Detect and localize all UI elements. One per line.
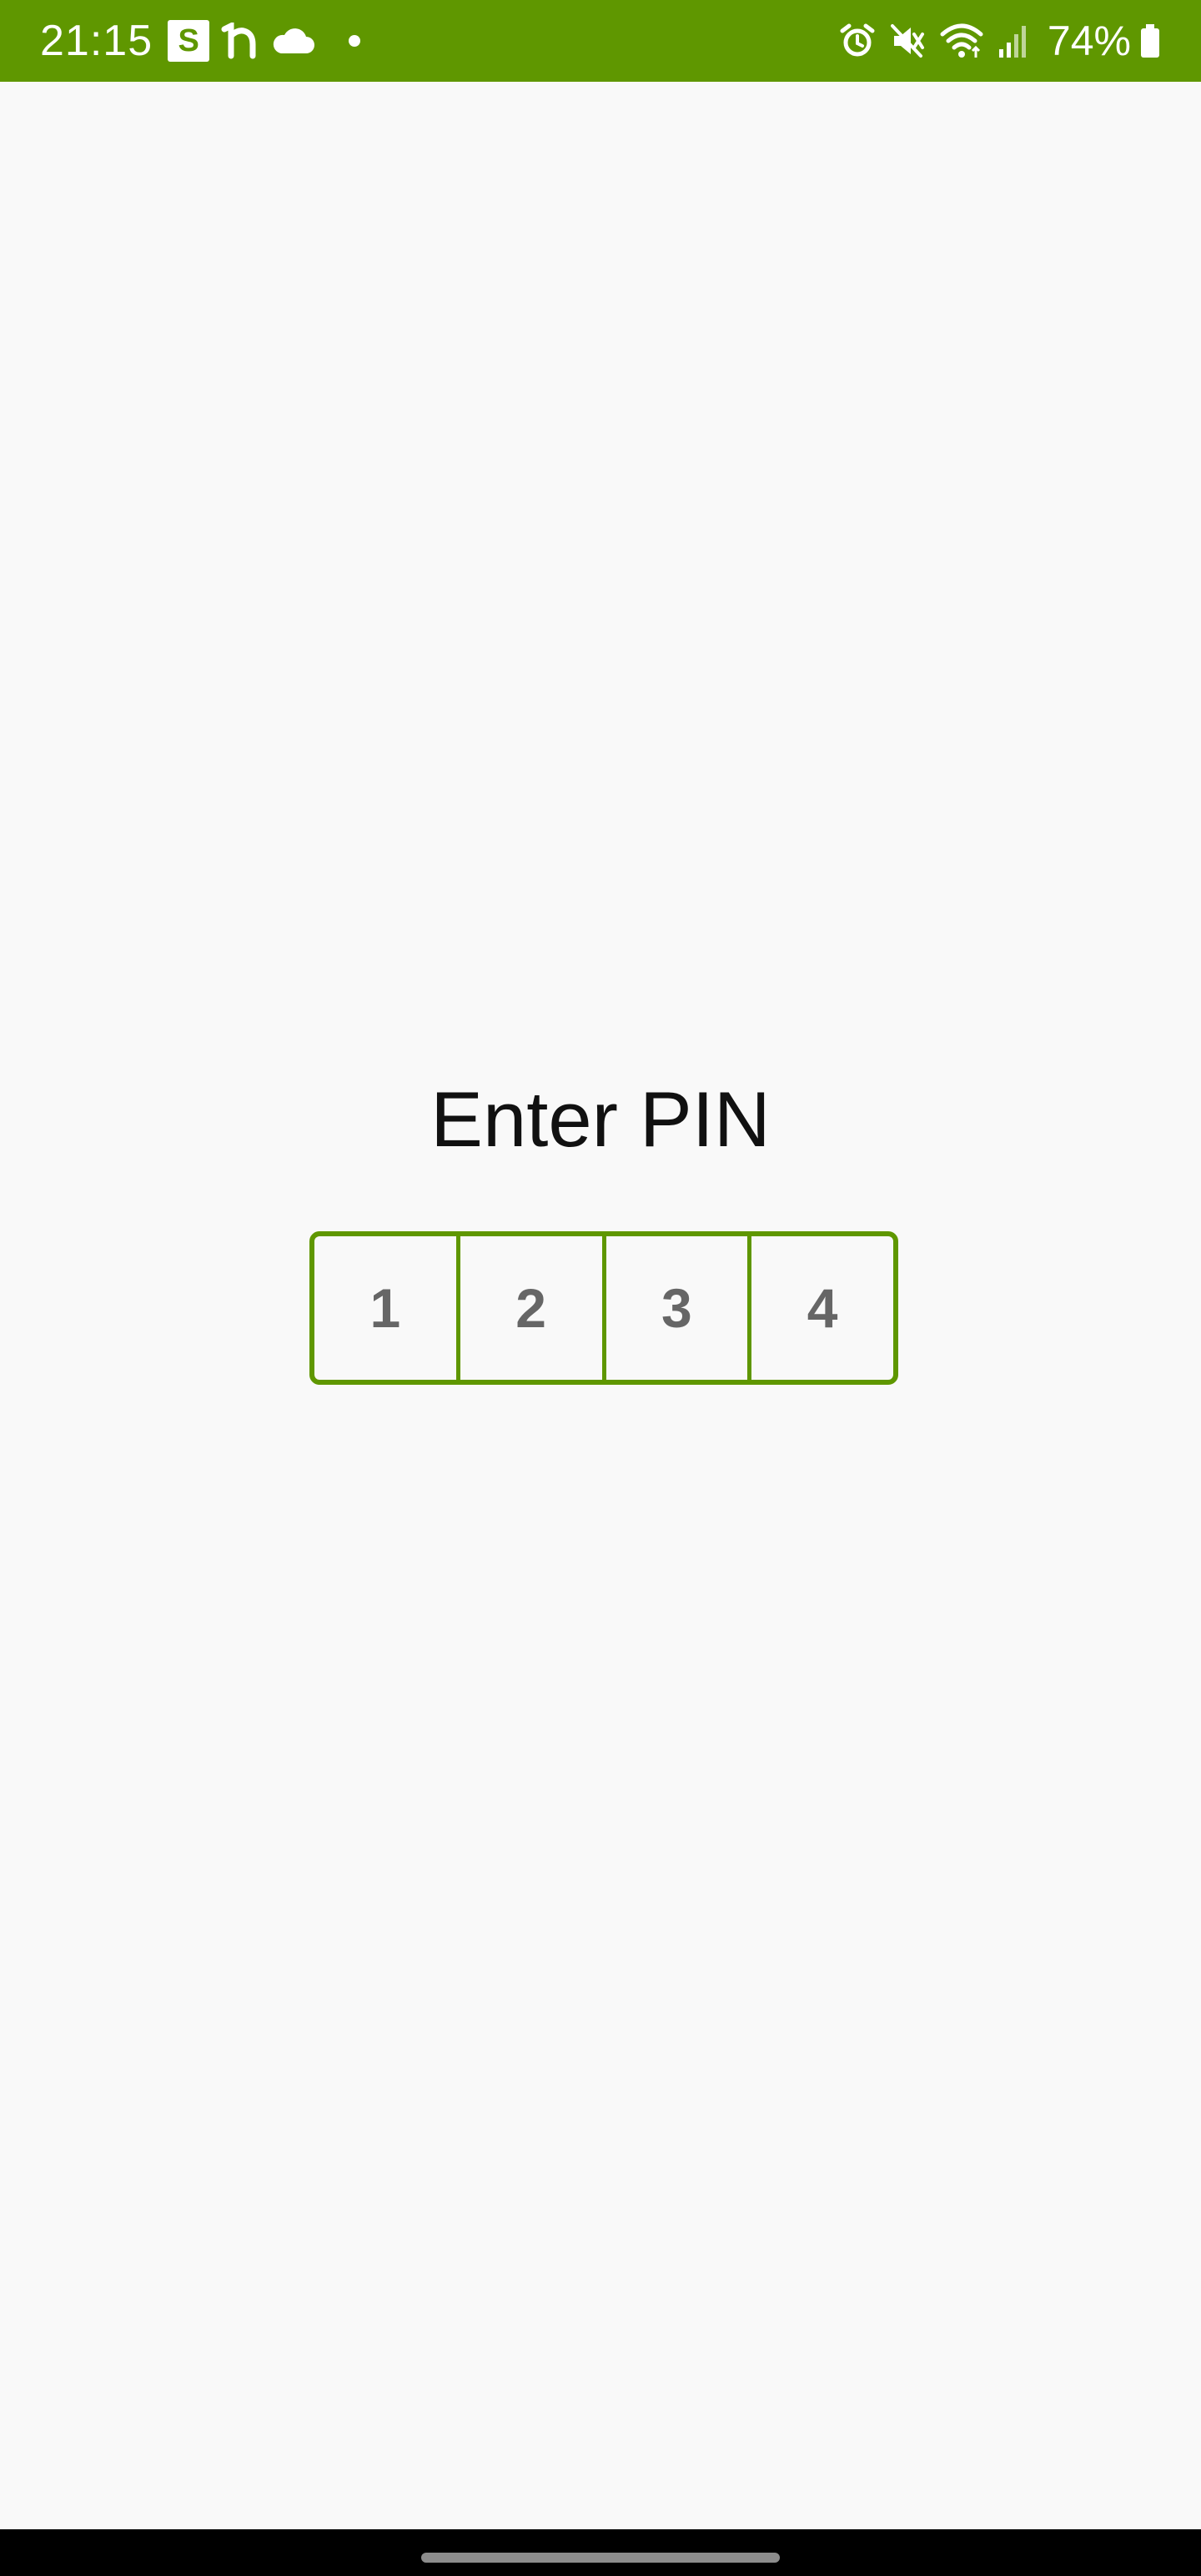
status-bar: 21:15 S 74% xyxy=(0,0,1201,82)
pin-digit-3[interactable]: 3 xyxy=(606,1236,752,1380)
dot-icon xyxy=(348,34,361,48)
battery-icon xyxy=(1139,23,1161,59)
battery-percent: 74% xyxy=(1047,18,1131,64)
alarm-icon xyxy=(839,23,876,59)
status-right: 74% xyxy=(826,0,1161,82)
pin-title: Enter PIN xyxy=(430,1075,771,1163)
home-gesture-handle[interactable] xyxy=(421,2553,780,2563)
status-time: 21:15 xyxy=(40,17,153,65)
n-app-icon xyxy=(221,23,261,59)
navigation-bar xyxy=(0,2529,1201,2576)
s-app-icon: S xyxy=(168,20,210,62)
pin-digit-1[interactable]: 1 xyxy=(314,1236,460,1380)
status-left: 21:15 S xyxy=(40,0,361,82)
signal-icon xyxy=(997,23,1031,59)
pin-input[interactable]: 1 2 3 4 xyxy=(309,1231,898,1385)
mute-icon xyxy=(889,23,926,59)
wifi-icon xyxy=(939,23,984,59)
pin-digit-2[interactable]: 2 xyxy=(460,1236,606,1380)
pin-digit-4[interactable]: 4 xyxy=(751,1236,893,1380)
pin-screen: Enter PIN 1 2 3 4 xyxy=(0,82,1201,2529)
cloud-icon xyxy=(271,27,315,55)
